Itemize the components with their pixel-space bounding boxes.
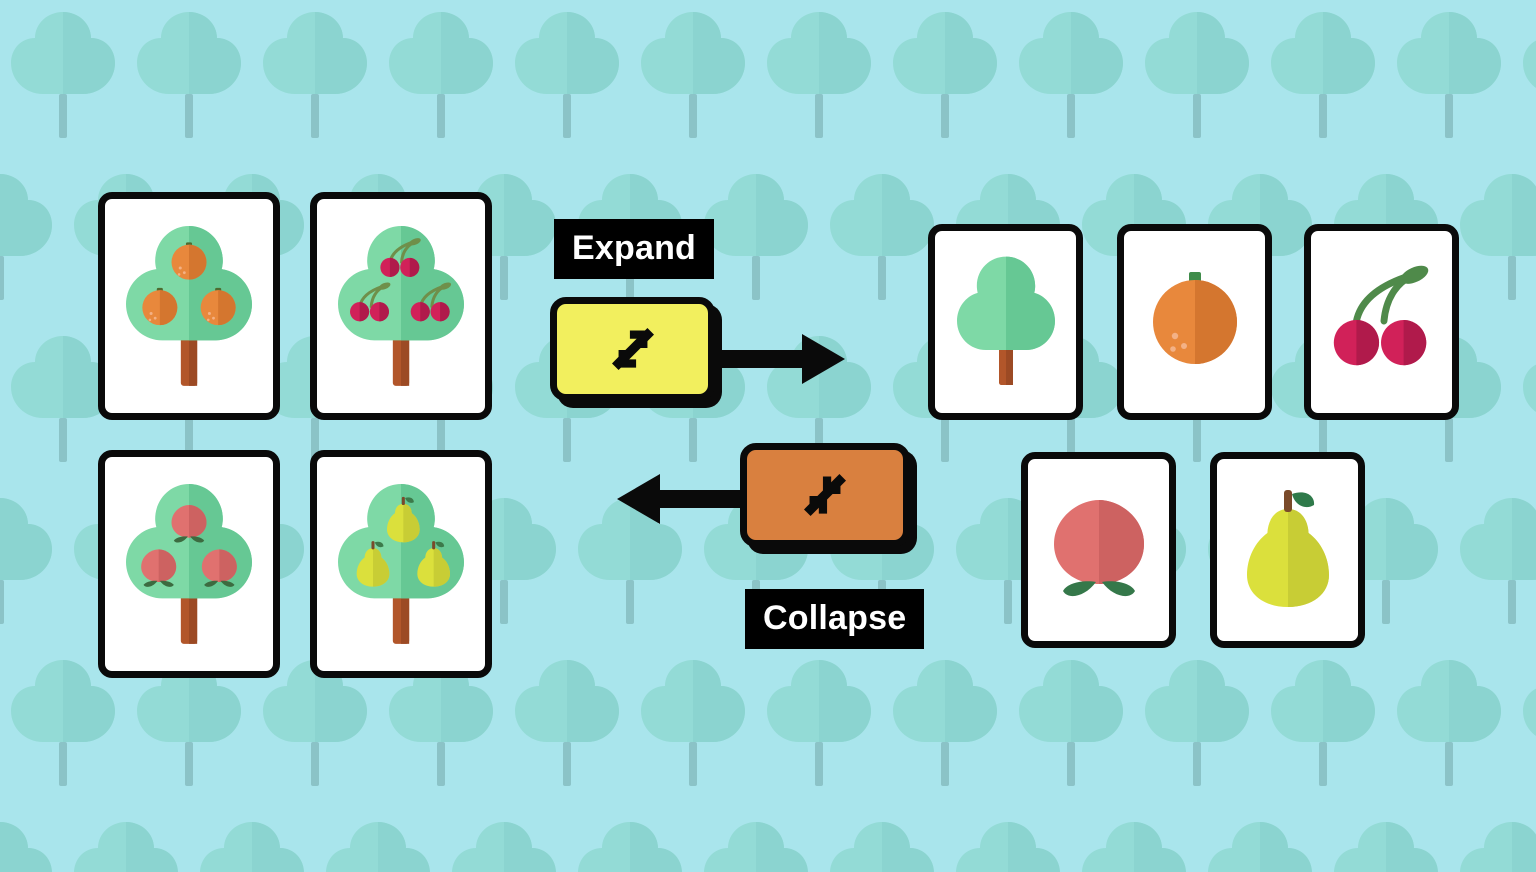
background-tree-pattern [0,0,1536,872]
diagram-canvas: Expand Collapse [0,0,1536,872]
cherry-tree-icon [338,225,464,386]
peach-tree-card[interactable] [98,450,280,678]
pear-icon [1246,490,1329,607]
tree-card[interactable] [928,224,1083,420]
peach-tree-icon [126,483,252,644]
collapse-button[interactable] [740,443,910,547]
expand-label: Expand [554,219,715,279]
collapse-arrows-icon [803,473,847,517]
orange-tree-card[interactable] [98,192,280,420]
pear-tree-card[interactable] [310,450,492,678]
orange-tree-icon [126,225,252,386]
expand-arrows-icon [611,327,654,371]
cherries-icon [1323,263,1441,381]
collapse-label: Collapse [745,589,925,649]
tree-icon [956,256,1055,385]
pear-card[interactable] [1210,452,1365,648]
arrow-left-icon [617,474,744,524]
orange-icon [1152,272,1237,364]
orange-card[interactable] [1117,224,1272,420]
peach-card[interactable] [1021,452,1176,648]
arrow-right-icon [718,334,845,384]
cherry-card[interactable] [1304,224,1459,420]
pear-tree-icon [338,483,464,644]
expand-button[interactable] [550,297,715,401]
peach-icon [1053,500,1144,597]
cherry-tree-card[interactable] [310,192,492,420]
